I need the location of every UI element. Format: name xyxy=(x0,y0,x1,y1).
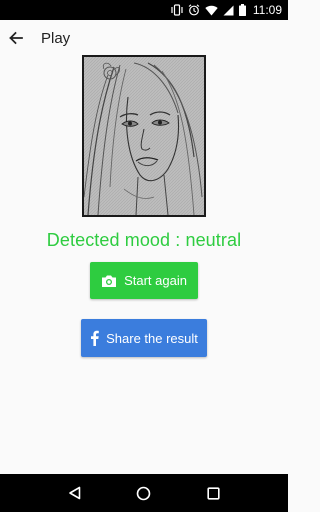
status-time: 11:09 xyxy=(252,3,282,17)
status-bar: 11:09 xyxy=(0,0,288,20)
facebook-icon xyxy=(90,330,99,346)
nav-back-button[interactable] xyxy=(55,474,95,512)
pencil-sketch-portrait xyxy=(84,57,204,215)
home-circle-icon xyxy=(137,486,151,500)
battery-icon xyxy=(238,4,246,16)
start-again-label: Start again xyxy=(124,273,187,288)
nav-home-button[interactable] xyxy=(124,474,164,512)
back-button[interactable] xyxy=(3,20,29,56)
detected-mood-label: Detected mood : neutral xyxy=(46,230,242,250)
status-icons: 11:09 xyxy=(171,2,282,18)
system-nav-bar xyxy=(0,474,288,512)
signal-icon xyxy=(223,5,234,15)
arrow-back-icon xyxy=(9,31,23,45)
vibrate-icon xyxy=(171,4,183,16)
start-again-button[interactable]: Start again xyxy=(90,262,198,299)
share-result-label: Share the result xyxy=(106,330,198,346)
nav-recents-button[interactable] xyxy=(193,474,233,512)
camera-icon xyxy=(101,274,117,288)
captured-photo xyxy=(82,55,206,217)
recents-square-icon xyxy=(207,486,220,500)
face-sketch-drawing xyxy=(84,57,204,215)
back-triangle-icon xyxy=(68,486,80,500)
app-bar: Play xyxy=(0,20,288,56)
share-result-button[interactable]: Share the result xyxy=(81,319,207,357)
wifi-icon xyxy=(205,5,218,16)
page-title: Play xyxy=(41,29,71,47)
alarm-icon xyxy=(188,4,200,16)
